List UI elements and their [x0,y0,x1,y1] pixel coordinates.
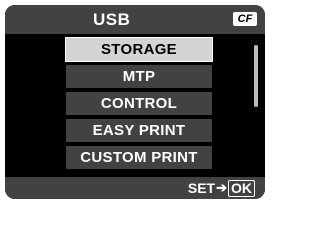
menu-item-easy-print[interactable]: EASY PRINT [66,119,212,142]
menu-item-control[interactable]: CONTROL [66,92,212,115]
menu-item-storage[interactable]: STORAGE [65,37,213,62]
menu-title: USB [93,10,131,29]
camera-menu-screen: USB CF STORAGE MTP CONTROL EASY PRINT CU… [5,5,265,199]
set-ok-hint: SET ➔ OK [188,179,255,197]
menu-footer: SET ➔ OK [5,177,265,199]
memory-card-icon: CF [233,12,257,26]
arrow-right-icon: ➔ [216,180,227,195]
ok-button[interactable]: OK [228,179,255,197]
scrollbar[interactable] [254,45,258,165]
menu-header: USB CF [5,5,265,34]
set-label: SET [187,180,216,196]
menu-item-mtp[interactable]: MTP [66,65,212,88]
menu-item-custom-print[interactable]: CUSTOM PRINT [66,146,212,169]
scrollbar-thumb[interactable] [254,45,258,107]
usb-mode-list: STORAGE MTP CONTROL EASY PRINT CUSTOM PR… [65,37,213,173]
